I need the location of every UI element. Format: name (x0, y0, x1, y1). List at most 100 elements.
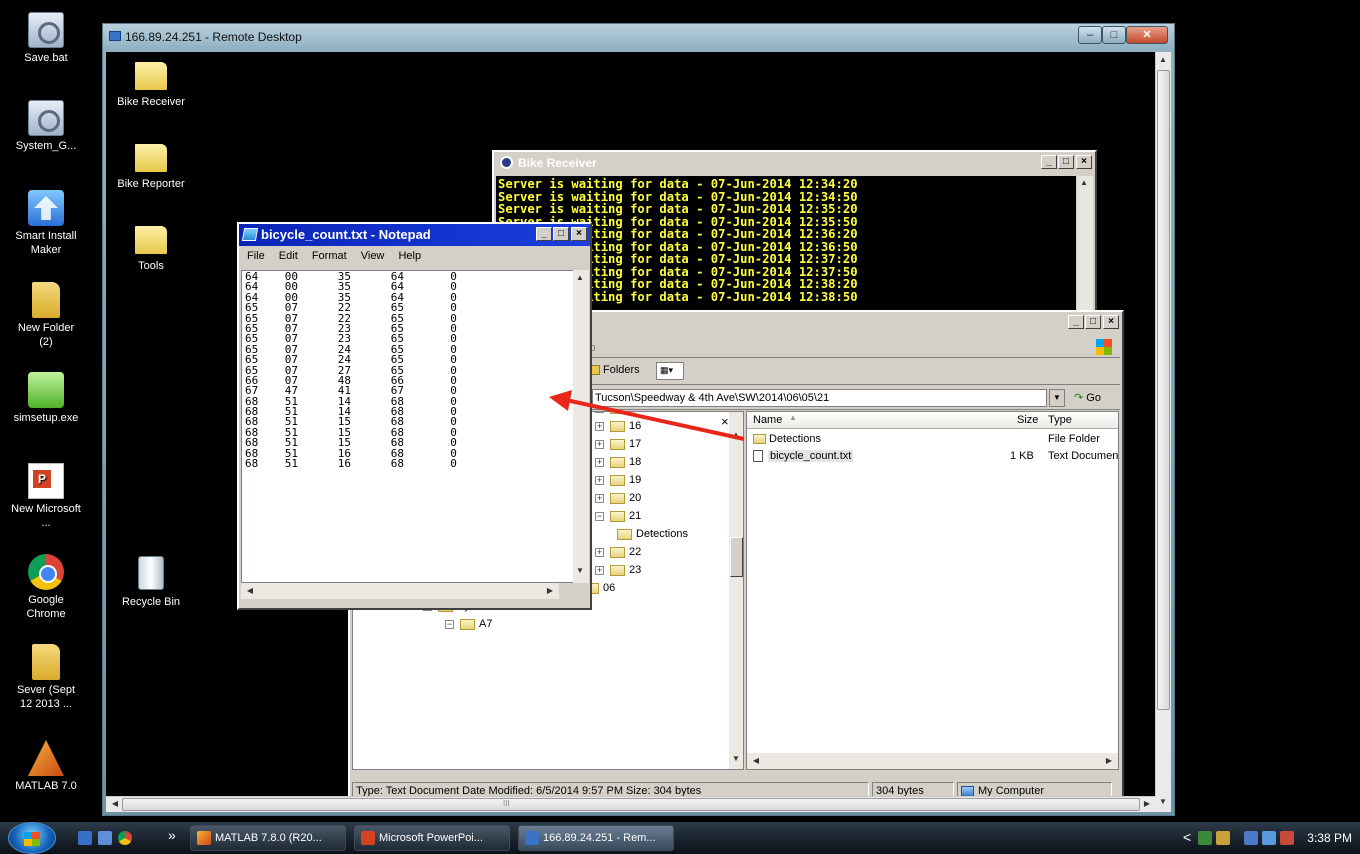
minimize-button[interactable]: _ (1068, 315, 1084, 329)
desktop-icon-simsetup[interactable]: simsetup.exe (0, 372, 92, 425)
expand-icon[interactable]: + (595, 421, 604, 431)
notepad-hscrollbar[interactable]: ◀ ▶ (241, 583, 559, 599)
expand-icon[interactable]: + (595, 493, 604, 503)
notepad-text-area[interactable]: 64 00 35 64 0 64 00 35 64 0 64 00 35 64 06… (241, 270, 577, 583)
maximize-button[interactable]: □ (553, 227, 569, 241)
tree-node-23[interactable]: +23 (595, 563, 641, 579)
desktop-icon-new-folder-2[interactable]: New Folder (2) (0, 282, 92, 349)
network-icon[interactable] (1198, 831, 1212, 845)
remote-icon-recycle-bin[interactable]: Recycle Bin (106, 556, 196, 608)
remote-hscrollbar[interactable]: ◀ III ▶ (106, 796, 1156, 812)
scroll-down-arrow[interactable]: ▼ (573, 566, 587, 575)
tree-node-19[interactable]: +19 (595, 473, 641, 489)
scroll-up-arrow[interactable]: ▲ (1077, 178, 1091, 187)
remote-vscrollbar[interactable]: ▲ ▼ (1155, 52, 1171, 812)
scroll-left-arrow[interactable]: ◀ (243, 586, 257, 595)
start-button[interactable] (8, 822, 56, 854)
notepad-vscrollbar[interactable]: ▲ ▼ (573, 270, 589, 583)
menu-format[interactable]: Format (312, 250, 347, 262)
menu-file[interactable]: File (247, 250, 265, 262)
scroll-up-arrow[interactable]: ▲ (573, 273, 587, 282)
tree-scroll-thumb[interactable] (730, 537, 743, 577)
taskbar-button-matlab[interactable]: MATLAB 7.8.0 (R20... (190, 825, 346, 851)
expand-icon[interactable]: + (595, 565, 604, 575)
close-button[interactable]: ✕ (1126, 26, 1168, 44)
desktop-icon-new-microsoft[interactable]: New Microsoft ... (0, 463, 92, 530)
scroll-right-arrow[interactable]: ▶ (1140, 799, 1154, 808)
maximize-button[interactable]: □ (1058, 155, 1074, 169)
show-desktop-icon[interactable] (78, 831, 92, 845)
go-button[interactable]: ↷ Go (1074, 391, 1101, 404)
remote-desktop-titlebar[interactable]: 166.89.24.251 - Remote Desktop – □ ✕ (103, 24, 1174, 50)
tray-chevron[interactable]: < (1183, 829, 1191, 845)
scroll-up-arrow[interactable]: ▲ (729, 430, 743, 439)
desktop-icon-system-g[interactable]: System_G... (0, 100, 92, 153)
remote-icon-tools[interactable]: Tools (106, 226, 196, 272)
desktop-icon-smart-install-maker[interactable]: Smart Install Maker (0, 190, 92, 257)
minimize-button[interactable]: – (1078, 26, 1102, 44)
scroll-down-arrow[interactable]: ▼ (729, 754, 743, 763)
close-button[interactable]: × (571, 227, 587, 241)
taskbar-button-remote-desktop[interactable]: 166.89.24.251 - Rem... (518, 825, 674, 851)
close-button[interactable]: × (1103, 315, 1119, 329)
quicklaunch-overflow[interactable]: » (168, 827, 176, 843)
scroll-up-arrow[interactable]: ▲ (1156, 55, 1170, 64)
security-icon[interactable] (1216, 831, 1230, 845)
volume-icon[interactable] (1280, 831, 1294, 845)
menu-edit[interactable]: Edit (279, 250, 298, 262)
remote-icon-bike-receiver[interactable]: Bike Receiver (106, 62, 196, 108)
list-hscrollbar[interactable]: ◀ ▶ (747, 753, 1118, 769)
folders-button[interactable]: Folders (588, 364, 640, 376)
column-size[interactable]: Size (1017, 414, 1038, 426)
menu-help[interactable]: Help (398, 250, 421, 262)
expand-icon[interactable]: + (595, 475, 604, 485)
collapse-icon[interactable]: − (445, 619, 454, 629)
chrome-icon[interactable] (118, 831, 132, 845)
tree-node-20[interactable]: +20 (595, 491, 641, 507)
column-name[interactable]: Name (753, 414, 782, 426)
desktop-icon-save-bat[interactable]: Save.bat (0, 12, 92, 65)
tree-node-22[interactable]: +22 (595, 545, 641, 561)
collapse-icon[interactable]: − (595, 511, 604, 521)
desktop-icon-sever[interactable]: Sever (Sept 12 2013 ... (0, 644, 92, 711)
console-titlebar[interactable]: Bike Receiver _ □ × (494, 152, 1095, 174)
expand-icon[interactable]: + (595, 457, 604, 467)
expand-icon[interactable]: + (595, 439, 604, 449)
expand-icon[interactable]: + (595, 412, 604, 413)
address-dropdown[interactable]: ▼ (1049, 389, 1065, 407)
tree-node-a7[interactable]: − A7 (445, 617, 492, 633)
minimize-button[interactable]: _ (536, 227, 552, 241)
maximize-button[interactable]: □ (1102, 26, 1126, 44)
tree-node-18[interactable]: +18 (595, 455, 641, 471)
views-button[interactable]: ▦▾ (656, 362, 684, 380)
column-type[interactable]: Type (1048, 414, 1072, 426)
scroll-right-arrow[interactable]: ▶ (1102, 756, 1116, 765)
tree-node-16[interactable]: +16 (595, 419, 641, 435)
clock[interactable]: 3:38 PM (1307, 831, 1352, 845)
scroll-right-arrow[interactable]: ▶ (543, 586, 557, 595)
maximize-button[interactable]: □ (1085, 315, 1101, 329)
scroll-left-arrow[interactable]: ◀ (749, 756, 763, 765)
scroll-thumb[interactable] (1157, 70, 1170, 710)
expand-icon[interactable]: + (595, 547, 604, 557)
menu-view[interactable]: View (361, 250, 385, 262)
battery-icon[interactable] (1244, 831, 1258, 845)
file-row-detections[interactable]: Detections File Folder (753, 431, 1113, 447)
tree-node-17[interactable]: +17 (595, 437, 641, 453)
desktop-icon-matlab[interactable]: MATLAB 7.0 (0, 740, 92, 793)
tree-node-21[interactable]: − 21 (595, 509, 641, 525)
scroll-left-arrow[interactable]: ◀ (108, 799, 122, 808)
tree-node-detections[interactable]: Detections (617, 527, 688, 543)
address-input[interactable]: Tucson\Speedway & 4th Ave\SW\2014\06\05\… (592, 389, 1047, 407)
tree-scrollbar[interactable]: ▲ ▼ (729, 412, 743, 769)
desktop-icon-google-chrome[interactable]: Google Chrome (0, 554, 92, 621)
close-button[interactable]: × (1076, 155, 1092, 169)
scroll-down-arrow[interactable]: ▼ (1156, 797, 1170, 806)
file-row-bicycle-count[interactable]: bicycle_count.txt 1 KB Text Document (753, 448, 1118, 464)
minimize-button[interactable]: _ (1041, 155, 1057, 169)
display-icon[interactable] (1262, 831, 1276, 845)
remote-icon-bike-reporter[interactable]: Bike Reporter (106, 144, 196, 190)
taskbar-button-powerpoint[interactable]: Microsoft PowerPoi... (354, 825, 510, 851)
switch-windows-icon[interactable] (98, 831, 112, 845)
notepad-titlebar[interactable]: bicycle_count.txt - Notepad _ □ × (239, 224, 590, 246)
